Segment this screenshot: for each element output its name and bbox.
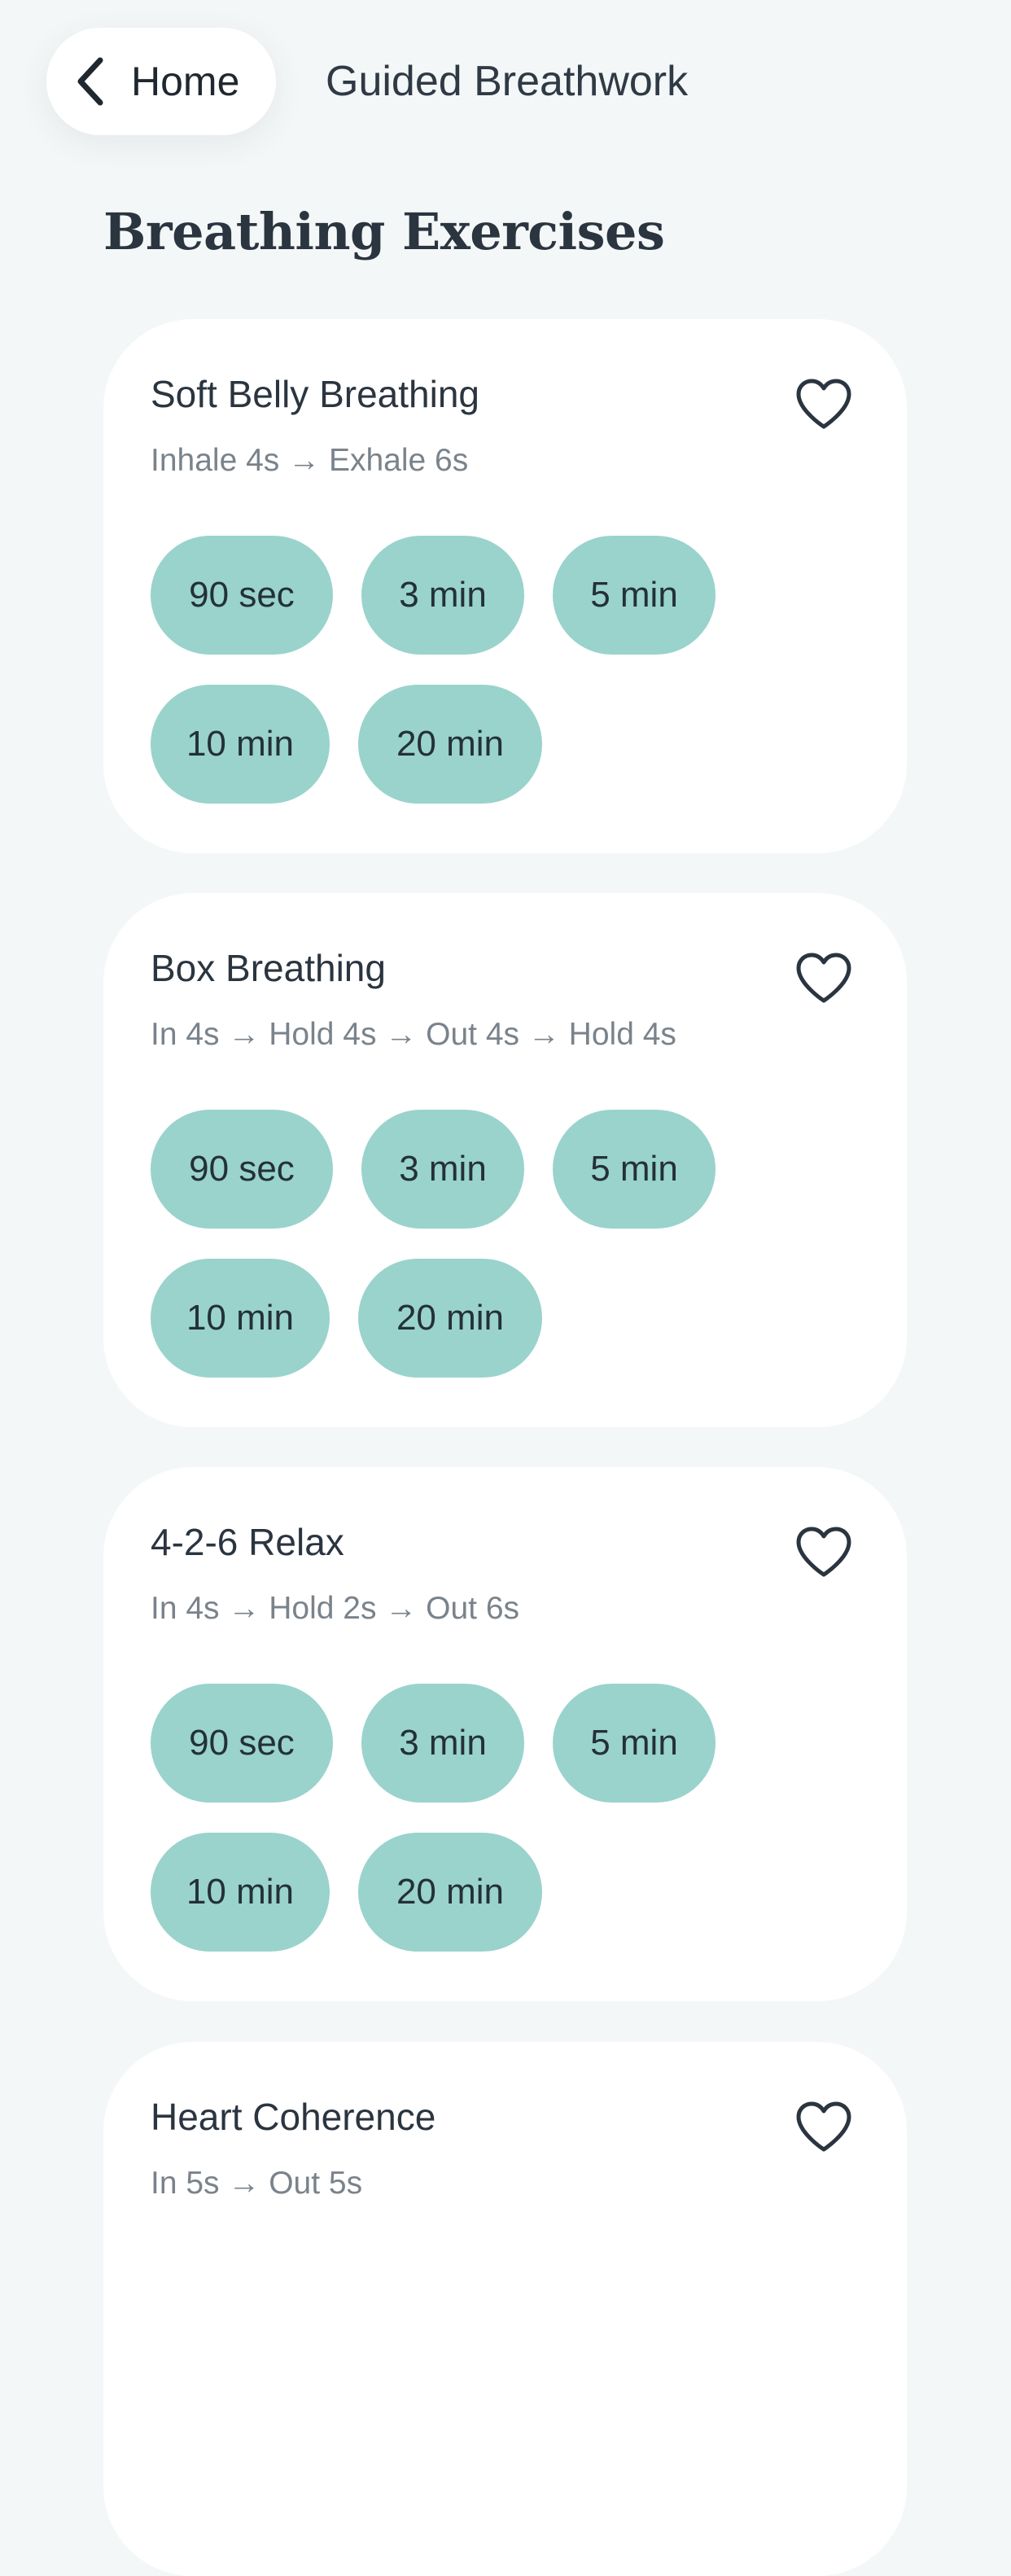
- heart-outline-icon[interactable]: [794, 952, 853, 1005]
- duration-chip-3-min[interactable]: 3 min: [361, 536, 524, 655]
- exercise-pattern: Inhale 4s → Exhale 6s: [151, 443, 469, 478]
- duration-chip-5-min[interactable]: 5 min: [553, 1110, 716, 1229]
- duration-chip-3-min[interactable]: 3 min: [361, 1110, 524, 1229]
- home-back-button[interactable]: Home: [46, 28, 276, 135]
- duration-chip-10-min[interactable]: 10 min: [151, 685, 330, 804]
- exercise-title: Heart Coherence: [151, 2096, 436, 2138]
- exercise-title: Box Breathing: [151, 947, 386, 989]
- duration-chip-90-sec[interactable]: 90 sec: [151, 536, 333, 655]
- exercise-card-heart-coherence: Heart Coherence In 5s → Out 5s: [103, 2042, 907, 2576]
- home-back-label: Home: [131, 59, 240, 104]
- top-bar: Home Guided Breathwork: [0, 0, 1011, 171]
- duration-chip-10-min[interactable]: 10 min: [151, 1259, 330, 1378]
- exercise-pattern: In 4s → Hold 2s → Out 6s: [151, 1591, 520, 1626]
- heart-outline-icon[interactable]: [794, 1526, 853, 1579]
- page-title: Guided Breathwork: [326, 58, 689, 105]
- duration-chip-20-min[interactable]: 20 min: [358, 1259, 542, 1378]
- section-title: Breathing Exercises: [103, 202, 665, 261]
- duration-chip-5-min[interactable]: 5 min: [553, 1684, 716, 1803]
- exercise-card-soft-belly: Soft Belly Breathing Inhale 4s → Exhale …: [103, 319, 907, 853]
- exercise-card-4-2-6-relax: 4-2-6 Relax In 4s → Hold 2s → Out 6s 90 …: [103, 1467, 907, 2001]
- chevron-left-icon: [77, 57, 103, 106]
- exercise-title: 4-2-6 Relax: [151, 1521, 344, 1563]
- heart-outline-icon[interactable]: [794, 378, 853, 432]
- exercise-title: Soft Belly Breathing: [151, 373, 480, 415]
- heart-outline-icon[interactable]: [794, 2101, 853, 2154]
- exercise-pattern: In 5s → Out 5s: [151, 2166, 363, 2201]
- duration-chip-5-min[interactable]: 5 min: [553, 536, 716, 655]
- duration-chip-90-sec[interactable]: 90 sec: [151, 1110, 333, 1229]
- duration-chip-20-min[interactable]: 20 min: [358, 1833, 542, 1952]
- duration-chip-10-min[interactable]: 10 min: [151, 1833, 330, 1952]
- duration-chip-20-min[interactable]: 20 min: [358, 685, 542, 804]
- duration-chip-3-min[interactable]: 3 min: [361, 1684, 524, 1803]
- duration-chip-90-sec[interactable]: 90 sec: [151, 1684, 333, 1803]
- exercise-card-box-breathing: Box Breathing In 4s → Hold 4s → Out 4s →…: [103, 893, 907, 1427]
- exercise-pattern: In 4s → Hold 4s → Out 4s → Hold 4s: [151, 1017, 676, 1052]
